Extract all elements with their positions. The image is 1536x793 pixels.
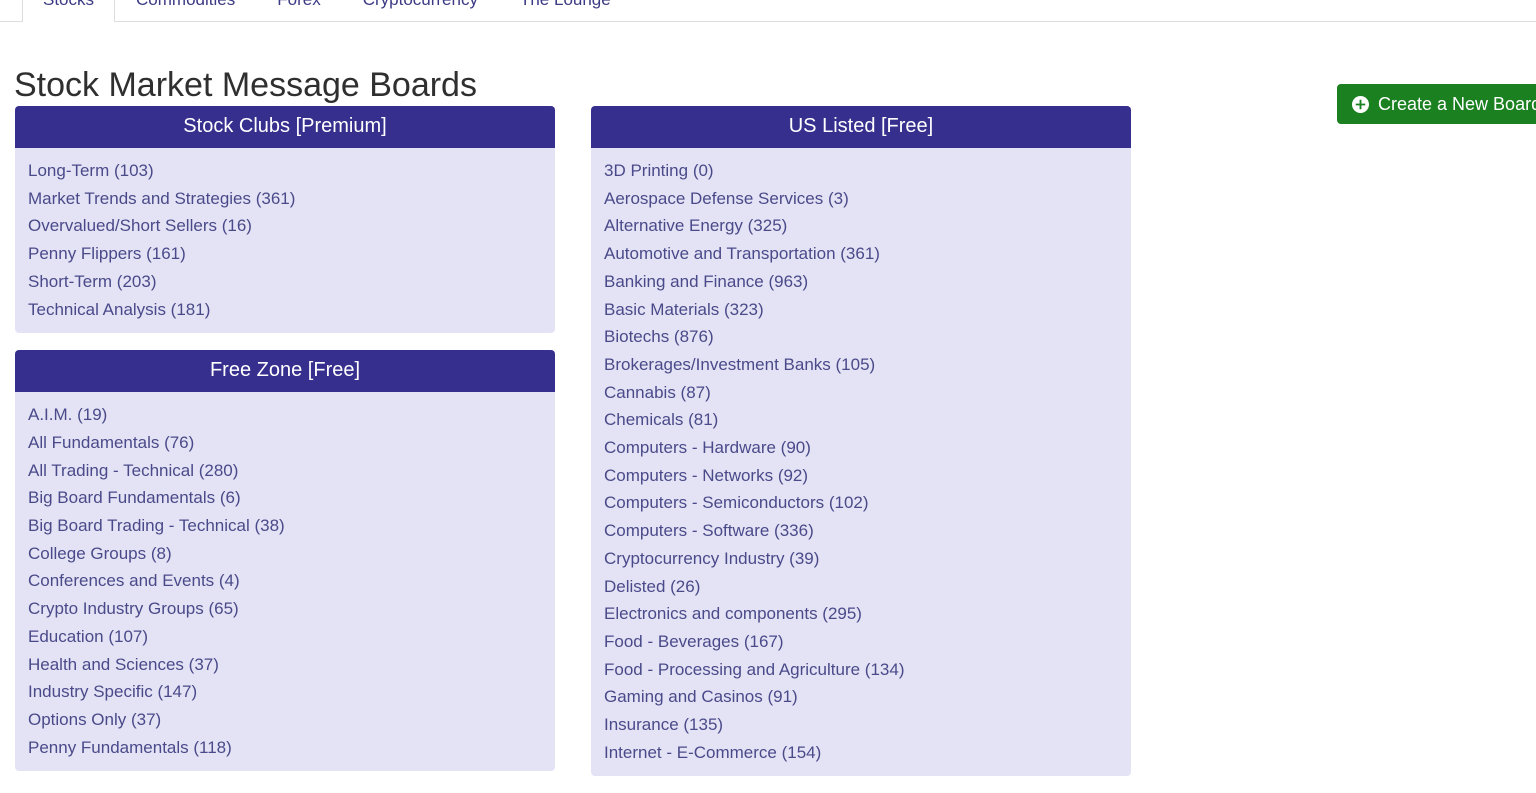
- board-link[interactable]: Automotive and Transportation (361): [591, 240, 1131, 268]
- board-link[interactable]: Cryptocurrency Industry (39): [591, 545, 1131, 573]
- board-link[interactable]: Industry Specific (147): [15, 678, 555, 706]
- board-link[interactable]: Computers - Semiconductors (102): [591, 489, 1131, 517]
- board-link[interactable]: Big Board Fundamentals (6): [15, 484, 555, 512]
- board-link[interactable]: Options Only (37): [15, 706, 555, 734]
- board-link[interactable]: Crypto Industry Groups (65): [15, 595, 555, 623]
- board-link[interactable]: Food - Beverages (167): [591, 628, 1131, 656]
- board-columns: Stock Clubs [Premium] Long-Term (103) Mark…: [0, 106, 1536, 777]
- board-link[interactable]: Delisted (26): [591, 573, 1131, 601]
- board-link[interactable]: Basic Materials (323): [591, 296, 1131, 324]
- board-panel: Free Zone [Free] A.I.M. (19) All Fundament…: [15, 350, 555, 772]
- board-link[interactable]: Internet - E-Commerce (154): [591, 739, 1131, 767]
- board-link[interactable]: 3D Printing (0): [591, 157, 1131, 185]
- board-link[interactable]: College Groups (8): [15, 540, 555, 568]
- board-link[interactable]: Short-Term (203): [15, 268, 555, 296]
- board-panel: Stock Clubs [Premium] Long-Term (103) Mark…: [15, 106, 555, 334]
- board-link[interactable]: Education (107): [15, 623, 555, 651]
- board-link[interactable]: Long-Term (103): [15, 157, 555, 185]
- tab-list: StocksCommoditiesForexCryptocurrencyThe …: [22, 0, 632, 22]
- tab-the-lounge[interactable]: The Lounge: [499, 0, 632, 21]
- right-column: US Listed [Free] 3D Printing (0) Aerospace…: [591, 106, 1131, 793]
- board-link[interactable]: Cannabis (87): [591, 379, 1131, 407]
- tab-cryptocurrency[interactable]: Cryptocurrency: [342, 0, 499, 21]
- tab-forex[interactable]: Forex: [256, 0, 341, 21]
- board-link[interactable]: Aerospace Defense Services (3): [591, 185, 1131, 213]
- left-column: Stock Clubs [Premium] Long-Term (103) Mark…: [15, 106, 555, 788]
- board-link[interactable]: Alternative Energy (325): [591, 212, 1131, 240]
- board-link[interactable]: Penny Flippers (161): [15, 240, 555, 268]
- board-link[interactable]: Computers - Software (336): [591, 517, 1131, 545]
- board-link[interactable]: Overvalued/Short Sellers (16): [15, 212, 555, 240]
- board-link[interactable]: Electronics and components (295): [591, 600, 1131, 628]
- board-link[interactable]: Computers - Hardware (90): [591, 434, 1131, 462]
- panel-body: A.I.M. (19) All Fundamentals (76) All Trad…: [15, 392, 555, 772]
- board-link[interactable]: Health and Sciences (37): [15, 651, 555, 679]
- board-link[interactable]: Banking and Finance (963): [591, 268, 1131, 296]
- panel-title: Stock Clubs [Premium]: [15, 106, 555, 148]
- board-link[interactable]: Insurance (135): [591, 711, 1131, 739]
- panel-body: 3D Printing (0) Aerospace Defense Service…: [591, 148, 1131, 777]
- board-link[interactable]: Market Trends and Strategies (361): [15, 185, 555, 213]
- page-title: Stock Market Message Boards: [14, 65, 477, 104]
- tab-stocks[interactable]: Stocks: [22, 0, 116, 22]
- board-link[interactable]: Chemicals (81): [591, 406, 1131, 434]
- panel-title: Free Zone [Free]: [15, 350, 555, 393]
- panel-body: Long-Term (103) Market Trends and Strateg…: [15, 148, 555, 334]
- board-link[interactable]: Gaming and Casinos (91): [591, 683, 1131, 711]
- board-link[interactable]: Brokerages/Investment Banks (105): [591, 351, 1131, 379]
- board-link[interactable]: Big Board Trading - Technical (38): [15, 512, 555, 540]
- board-link[interactable]: Penny Fundamentals (118): [15, 734, 555, 762]
- tab-commodities[interactable]: Commodities: [115, 0, 256, 21]
- page-header: Stock Market Message Boards Create a New…: [0, 40, 1536, 124]
- board-link[interactable]: Food - Processing and Agriculture (134): [591, 656, 1131, 684]
- panel-title: US Listed [Free]: [591, 106, 1131, 148]
- board-panel: US Listed [Free] 3D Printing (0) Aerospace…: [591, 106, 1131, 777]
- board-link[interactable]: Technical Analysis (181): [15, 296, 555, 324]
- board-link[interactable]: All Fundamentals (76): [15, 429, 555, 457]
- primary-tab-bar: StocksCommoditiesForexCryptocurrencyThe …: [0, 0, 1536, 22]
- board-link[interactable]: All Trading - Technical (280): [15, 457, 555, 485]
- board-link[interactable]: A.I.M. (19): [15, 401, 555, 429]
- board-link[interactable]: Biotechs (876): [591, 323, 1131, 351]
- board-link[interactable]: Conferences and Events (4): [15, 567, 555, 595]
- board-link[interactable]: Computers - Networks (92): [591, 462, 1131, 490]
